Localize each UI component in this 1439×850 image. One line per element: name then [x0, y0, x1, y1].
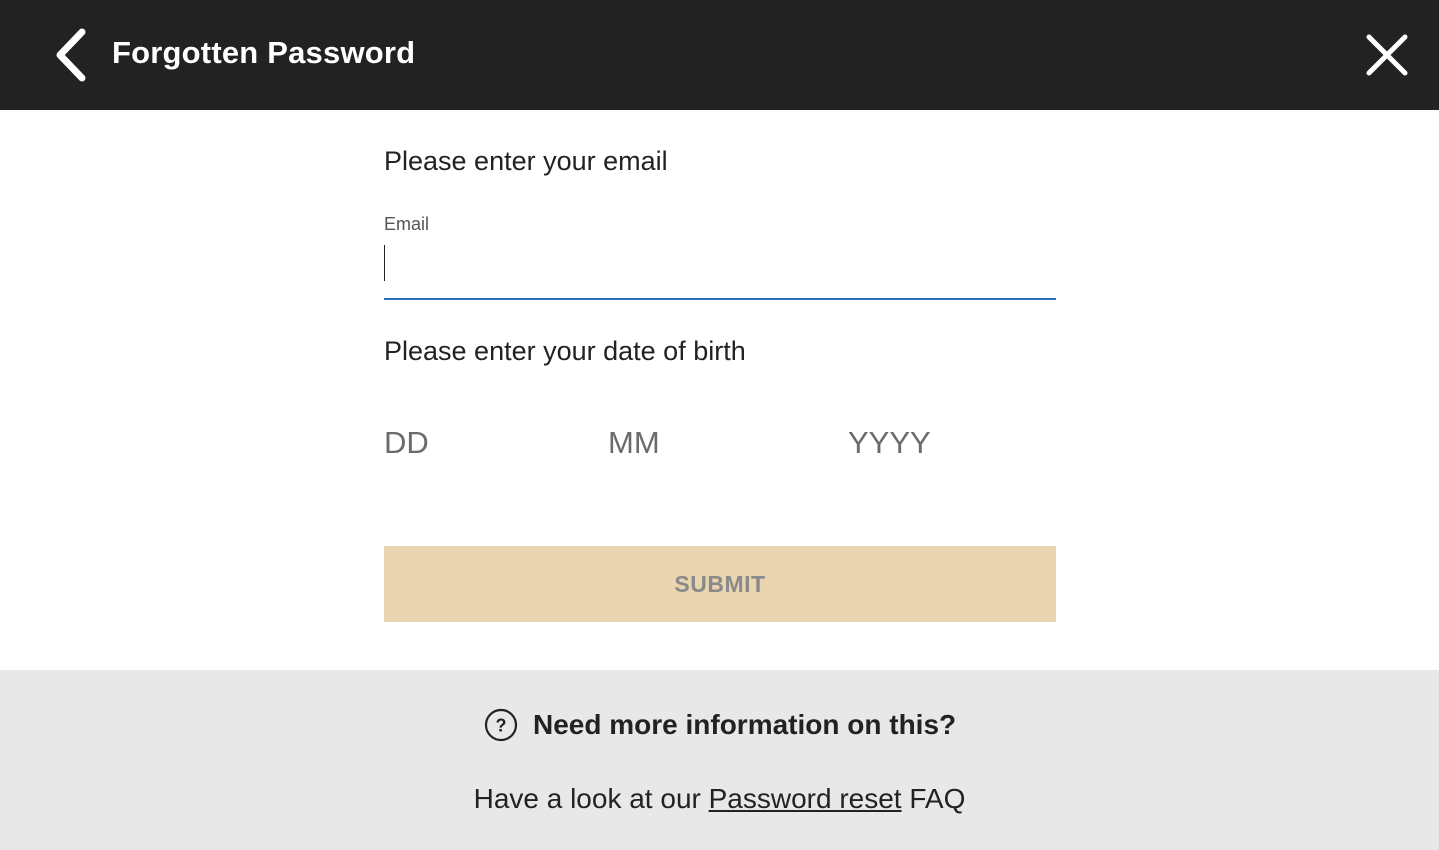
dob-year-input[interactable]: [848, 420, 1056, 466]
text-cursor: [384, 245, 385, 281]
close-icon: [1366, 34, 1408, 76]
chevron-left-icon: [56, 28, 86, 82]
email-label: Email: [384, 214, 430, 234]
password-reset-faq-link[interactable]: Password reset: [709, 783, 902, 814]
page-title: Forgotten Password: [112, 35, 416, 70]
email-input[interactable]: [384, 240, 1056, 300]
email-prompt: Please enter your email: [384, 146, 668, 176]
top-bar: Forgotten Password: [0, 0, 1439, 110]
back-button[interactable]: [50, 28, 94, 82]
help-text-suffix: FAQ: [901, 783, 966, 814]
dob-month-input[interactable]: [608, 420, 818, 466]
dob-day-input[interactable]: [384, 420, 584, 466]
dob-prompt: Please enter your date of birth: [384, 336, 746, 366]
help-title: Need more information on this?: [533, 709, 957, 740]
svg-text:?: ?: [496, 716, 507, 736]
help-text-prefix: Have a look at our: [473, 783, 709, 814]
close-button[interactable]: [1362, 30, 1412, 80]
submit-button[interactable]: SUBMIT: [384, 546, 1056, 622]
question-circle-icon: ?: [484, 708, 518, 742]
help-text: Have a look at our Password reset FAQ: [0, 780, 1439, 818]
help-panel: [0, 670, 1439, 850]
